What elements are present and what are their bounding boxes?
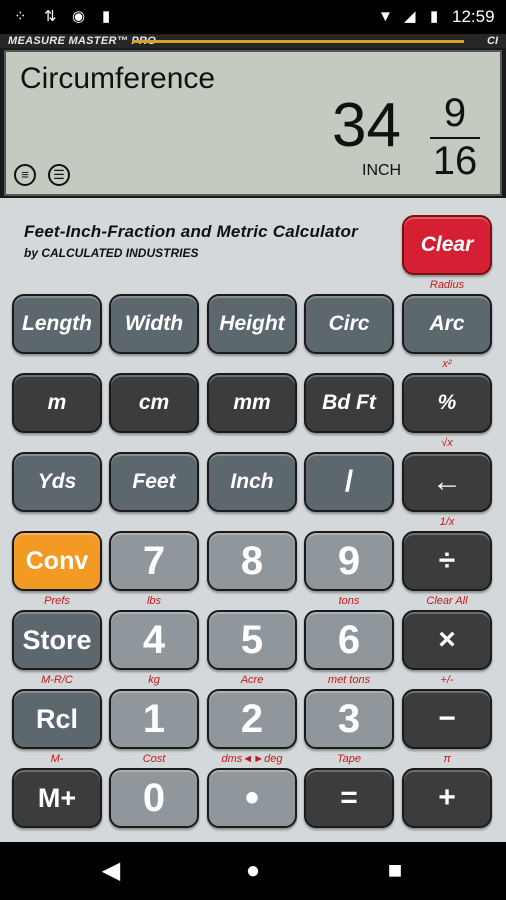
keypad: Feet-Inch-Fraction and Metric Calculator… [0, 198, 506, 842]
width-button[interactable]: Width [109, 294, 199, 354]
clock: 12:59 [452, 7, 495, 26]
meters-button[interactable]: m [12, 373, 102, 433]
yards-button[interactable]: Yds [12, 452, 102, 512]
back-icon[interactable]: ◀ [86, 842, 136, 900]
percent-button[interactable]: % [402, 373, 492, 433]
display-denominator: 16 [432, 139, 478, 183]
multiply-button[interactable]: × [402, 610, 492, 670]
prefs-secondary-label: Prefs [44, 595, 70, 607]
digit-5-button[interactable]: 5 [207, 610, 297, 670]
clear-all-secondary-label: Clear All [426, 595, 468, 607]
recents-icon[interactable]: ■ [370, 842, 420, 900]
lbs-secondary-label: lbs [146, 595, 162, 607]
digit-4-button[interactable]: 4 [109, 610, 199, 670]
display-numerator: 9 [443, 91, 467, 135]
lcd-display: Circumference 34 INCH 9 16 ≡ ☰ [4, 50, 502, 196]
board-feet-button[interactable]: Bd Ft [304, 373, 394, 433]
record-icon: ◉ [72, 8, 86, 25]
fraction-button[interactable]: / [304, 452, 394, 512]
memory-plus-button[interactable]: M+ [12, 768, 102, 828]
home-icon[interactable]: ● [228, 842, 278, 900]
length-button[interactable]: Length [12, 294, 102, 354]
display-whole-number: 34 [332, 91, 401, 160]
reciprocal-secondary-label: 1/x [439, 516, 455, 528]
feet-button[interactable]: Feet [109, 452, 199, 512]
network-icon: ⁘ [14, 8, 27, 25]
digit-7-button[interactable]: 7 [109, 531, 199, 591]
store-button[interactable]: Store [12, 610, 102, 670]
inch-button[interactable]: Inch [207, 452, 297, 512]
recall-button[interactable]: Rcl [12, 689, 102, 749]
sd-card-icon: ▮ [102, 8, 111, 25]
digit-9-button[interactable]: 9 [304, 531, 394, 591]
pi-secondary-label: π [443, 753, 451, 765]
digit-8-button[interactable]: 8 [207, 531, 297, 591]
memory-recall-clear-secondary-label: M-R/C [41, 674, 73, 686]
conv-button[interactable]: Conv [12, 531, 102, 591]
dms-deg-secondary-label: dms◄►deg [221, 753, 283, 765]
battery-icon: ▮ [430, 8, 439, 25]
decimal-point-button[interactable]: • [207, 768, 297, 828]
ci-logo: CI [487, 35, 498, 47]
millimeters-button[interactable]: mm [207, 373, 297, 433]
tons-secondary-label: tons [338, 595, 360, 607]
calculator-heading: Feet-Inch-Fraction and Metric Calculator [24, 222, 358, 241]
acre-secondary-label: Acre [240, 674, 264, 686]
radius-secondary-label: Radius [429, 279, 465, 291]
tape-secondary-label: Tape [336, 753, 362, 765]
digit-0-button[interactable]: 0 [109, 768, 199, 828]
memory-minus-secondary-label: M- [50, 753, 64, 765]
x-squared-secondary-label: x² [442, 358, 452, 370]
digit-1-button[interactable]: 1 [109, 689, 199, 749]
display-unit: INCH [362, 162, 402, 179]
divide-button[interactable]: ÷ [402, 531, 492, 591]
digit-2-button[interactable]: 2 [207, 689, 297, 749]
backspace-button[interactable]: ← [402, 452, 492, 512]
sync-icon: ⇅ [44, 8, 57, 25]
kg-secondary-label: kg [148, 674, 160, 686]
app-title-bar: MEASURE MASTER™ PRO CI [0, 34, 506, 48]
wifi-icon: ▼ [378, 8, 393, 25]
met-tons-secondary-label: met tons [327, 674, 371, 686]
tape-icon[interactable]: ☰ [48, 164, 70, 186]
circ-button[interactable]: Circ [304, 294, 394, 354]
subtract-button[interactable]: − [402, 689, 492, 749]
square-root-secondary-label: √x [441, 437, 453, 449]
plus-minus-secondary-label: +/- [440, 674, 454, 686]
height-button[interactable]: Height [207, 294, 297, 354]
clear-button[interactable]: Clear [402, 215, 492, 275]
list-icon[interactable]: ≡ [14, 164, 36, 186]
centimeters-button[interactable]: cm [109, 373, 199, 433]
digit-3-button[interactable]: 3 [304, 689, 394, 749]
cost-secondary-label: Cost [142, 753, 166, 765]
signal-icon: ◢ [404, 8, 416, 25]
title-accent-line [132, 40, 464, 43]
equals-button[interactable]: = [304, 768, 394, 828]
status-bar: ⁘ ⇅ ◉ ▮ ▼ ◢ ▮ 12:59 [0, 0, 506, 34]
display-label: Circumference [20, 62, 216, 95]
arc-button[interactable]: Arc [402, 294, 492, 354]
manufacturer-subheading: by CALCULATED INDUSTRIES [24, 246, 199, 260]
navigation-bar: ◀ ● ■ [0, 842, 506, 900]
digit-6-button[interactable]: 6 [304, 610, 394, 670]
add-button[interactable]: + [402, 768, 492, 828]
